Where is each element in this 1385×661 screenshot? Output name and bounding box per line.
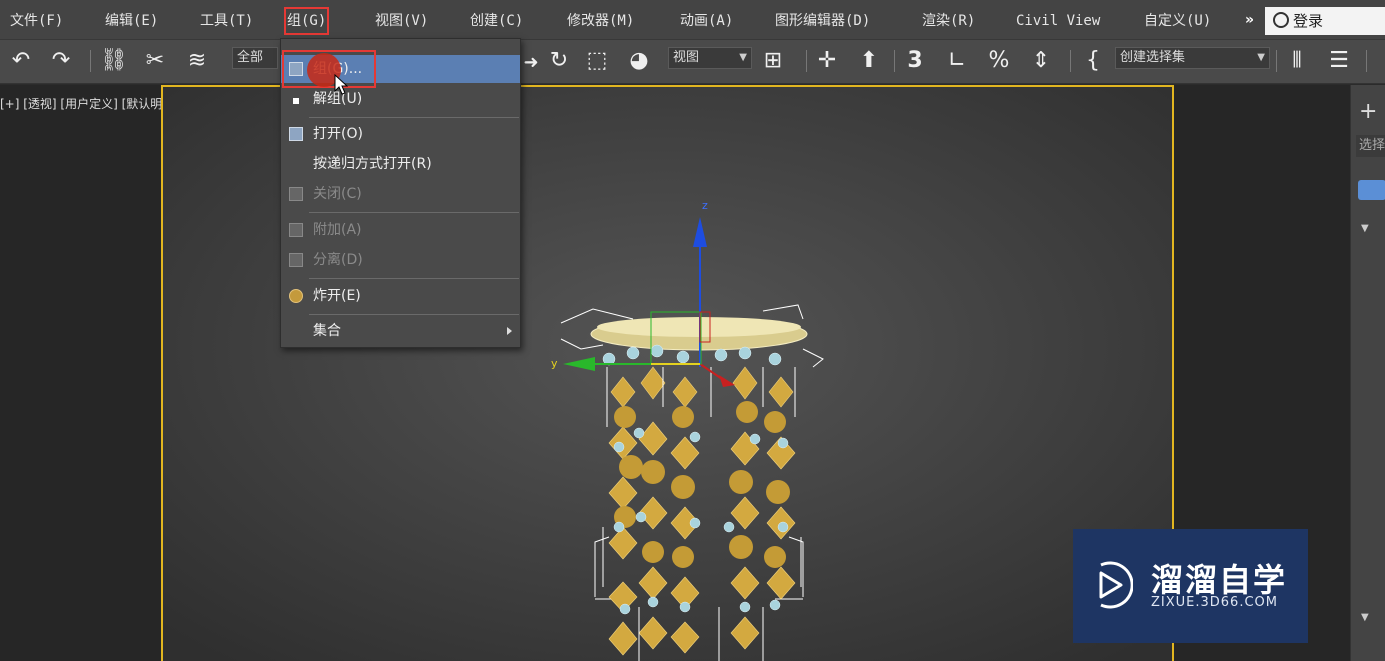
edit-named-selection-icon[interactable]: { xyxy=(1080,48,1106,74)
menu-graph-editors[interactable]: 图形编辑器(D) xyxy=(775,10,870,32)
menu-item-detach[interactable]: 分离(D) xyxy=(281,246,520,274)
menu-item-open[interactable]: 打开(O) xyxy=(281,120,520,148)
mouse-pointer-icon xyxy=(334,74,348,95)
menu-item-close-label: 关闭(C) xyxy=(313,186,362,202)
named-selection-dropdown[interactable]: 创建选择集 ▼ xyxy=(1115,47,1270,69)
toolbar-divider xyxy=(1070,50,1071,72)
ungroup-icon xyxy=(293,98,299,104)
close-group-icon xyxy=(289,187,303,201)
angle-snap-icon[interactable]: ∟ xyxy=(944,48,970,74)
open-group-icon xyxy=(289,127,303,141)
menu-item-explode[interactable]: 炸开(E) xyxy=(281,282,520,310)
reference-coordinate-value: 视图 xyxy=(673,50,700,65)
explode-icon xyxy=(289,289,303,303)
menu-animation[interactable]: 动画(A) xyxy=(680,10,733,32)
unlink-icon[interactable]: ✂ xyxy=(142,48,168,74)
rotate-icon[interactable]: ↻ xyxy=(546,48,572,74)
bind-spacewarp-icon[interactable]: ≋ xyxy=(184,48,210,74)
menu-separator xyxy=(309,314,519,315)
chevron-down-icon: ▼ xyxy=(739,52,747,63)
placement-icon[interactable]: ◕ xyxy=(626,48,652,74)
main-toolbar: ↶ ↷ ⛓ ✂ ≋ 全部 ➜ ↻ ⬚ ◕ 视图 ▼ ⊞ ✛ ⬆ 3 ∟ % ⇕ {… xyxy=(0,40,1385,84)
menu-overflow-button[interactable]: » xyxy=(1245,12,1254,28)
menu-item-attach[interactable]: 附加(A) xyxy=(281,216,520,244)
keyboard-shortcut-icon[interactable]: ⬆ xyxy=(856,48,882,74)
watermark-logo: 溜溜自学 ZIXUE.3D66.COM xyxy=(1073,529,1308,643)
command-panel-button[interactable] xyxy=(1358,180,1385,200)
percent-snap-icon[interactable]: % xyxy=(986,48,1012,74)
menu-tools[interactable]: 工具(T) xyxy=(200,10,253,32)
user-icon xyxy=(1273,12,1289,28)
menu-item-ungroup[interactable]: 解组(U) xyxy=(281,85,520,113)
toolbar-divider xyxy=(90,50,91,72)
snap-3d-icon[interactable]: 3 xyxy=(902,48,928,74)
command-panel-select[interactable]: 选择 xyxy=(1356,135,1385,157)
toolbar-divider xyxy=(806,50,807,72)
menu-item-open-recursively[interactable]: 按递归方式打开(R) xyxy=(281,150,520,178)
align-icon[interactable]: ☰ xyxy=(1326,48,1352,74)
login-label: 登录 xyxy=(1293,12,1324,30)
rollout-toggle[interactable]: ▼ xyxy=(1361,223,1369,234)
mirror-icon[interactable]: ⫴ xyxy=(1284,48,1310,74)
scale-region-icon[interactable]: ⬚ xyxy=(584,48,610,74)
menu-separator xyxy=(309,278,519,279)
rollout-toggle[interactable]: ▼ xyxy=(1361,612,1369,623)
menu-item-explode-label: 炸开(E) xyxy=(313,288,361,304)
toolbar-divider xyxy=(894,50,895,72)
chevron-down-icon: ▼ xyxy=(1257,52,1265,63)
z-axis-label: z xyxy=(702,199,708,212)
pivot-center-icon[interactable]: ⊞ xyxy=(760,48,786,74)
link-icon[interactable]: ⛓ xyxy=(100,48,128,74)
menu-separator xyxy=(309,117,519,118)
menu-item-attach-label: 附加(A) xyxy=(313,222,362,238)
menu-group[interactable]: 组(G) xyxy=(283,7,330,35)
menu-customize[interactable]: 自定义(U) xyxy=(1144,10,1211,32)
command-panel: + 选择 ▼ ▼ xyxy=(1350,85,1385,661)
attach-icon xyxy=(289,223,303,237)
toolbar-divider xyxy=(1276,50,1277,72)
login-button[interactable]: 登录 xyxy=(1265,7,1385,35)
menu-item-open-label: 打开(O) xyxy=(313,126,363,142)
move-gizmo-icon[interactable]: ✛ xyxy=(814,48,840,74)
menu-modifiers[interactable]: 修改器(M) xyxy=(567,10,634,32)
menu-item-close[interactable]: 关闭(C) xyxy=(281,180,520,208)
menu-rendering[interactable]: 渲染(R) xyxy=(922,10,975,32)
redo-icon[interactable]: ↷ xyxy=(48,48,74,74)
undo-icon[interactable]: ↶ xyxy=(8,48,34,74)
menu-item-assembly[interactable]: 集合 xyxy=(281,317,520,345)
named-selection-value: 创建选择集 xyxy=(1120,50,1186,65)
menu-file[interactable]: 文件(F) xyxy=(10,10,63,32)
submenu-arrow-icon xyxy=(507,327,512,335)
menu-create[interactable]: 创建(C) xyxy=(470,10,523,32)
detach-icon xyxy=(289,253,303,267)
toolbar-divider xyxy=(1366,50,1367,72)
menu-item-detach-label: 分离(D) xyxy=(313,252,363,268)
reference-coordinate-dropdown[interactable]: 视图 ▼ xyxy=(668,47,752,69)
menu-item-open-recursively-label: 按递归方式打开(R) xyxy=(313,156,432,172)
menu-bar: 文件(F) 编辑(E) 工具(T) 组(G) 视图(V) 创建(C) 修改器(M… xyxy=(0,0,1385,40)
select-arrow-icon[interactable]: ➜ xyxy=(518,50,544,76)
menu-separator xyxy=(309,212,519,213)
play-logo-icon xyxy=(1099,561,1133,609)
spinner-snap-icon[interactable]: ⇕ xyxy=(1028,48,1054,74)
watermark-subtitle: ZIXUE.3D66.COM xyxy=(1151,595,1278,610)
menu-edit[interactable]: 编辑(E) xyxy=(105,10,158,32)
selection-filter-dropdown[interactable]: 全部 xyxy=(232,47,278,69)
y-axis-label: y xyxy=(551,357,558,370)
menu-item-assembly-label: 集合 xyxy=(313,323,341,339)
menu-civil-view[interactable]: Civil View xyxy=(1016,10,1100,32)
create-tab-icon[interactable]: + xyxy=(1359,99,1377,124)
menu-view[interactable]: 视图(V) xyxy=(375,10,428,32)
